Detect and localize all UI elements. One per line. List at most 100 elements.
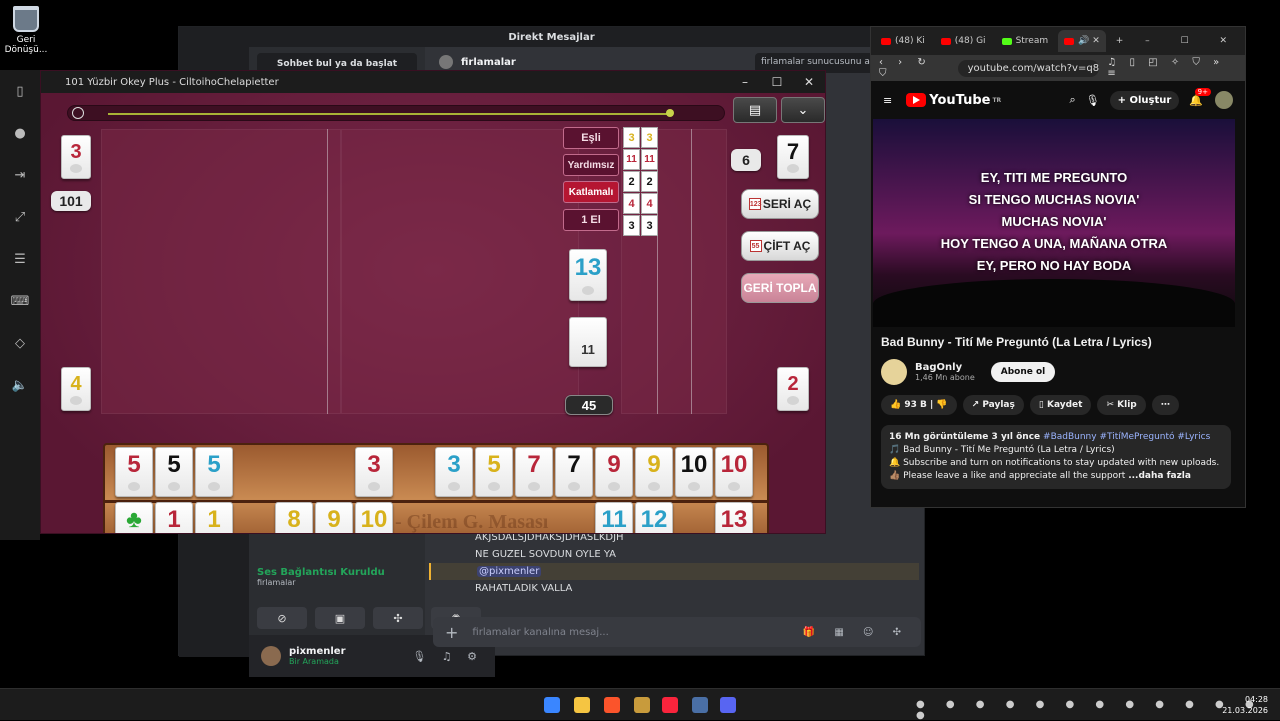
- channel-name[interactable]: BagOnly: [915, 362, 975, 373]
- tab-youtube-2[interactable]: (48) Gi: [935, 30, 992, 52]
- minimize-icon[interactable]: –: [729, 75, 761, 89]
- rack-tile[interactable]: 5: [475, 447, 513, 497]
- rack-tile[interactable]: ♣: [115, 502, 153, 533]
- recycle-bin-icon[interactable]: Geri Dönüşü...: [4, 4, 48, 55]
- rack-tile[interactable]: 10: [355, 502, 393, 533]
- tab-kick[interactable]: Stream: [996, 30, 1055, 52]
- nav-icons[interactable]: ‹ › ↻ ⛉: [879, 57, 950, 79]
- league-icon[interactable]: [634, 697, 650, 713]
- rack-tile[interactable]: 9: [635, 447, 673, 497]
- login-icon[interactable]: ⇥: [0, 154, 40, 196]
- right-player-tile[interactable]: 7: [777, 135, 809, 179]
- window-controls[interactable]: – ☐ ✕: [1145, 36, 1245, 46]
- meld-tile[interactable]: 2: [641, 171, 658, 192]
- create-button[interactable]: + Oluştur: [1109, 90, 1180, 110]
- more-button[interactable]: ⋯: [1151, 395, 1179, 415]
- rack-tile[interactable]: 10: [675, 447, 713, 497]
- close-icon[interactable]: ✕: [793, 75, 825, 89]
- keyboard-icon[interactable]: ⌨: [0, 280, 40, 322]
- rack-tile[interactable]: 10: [715, 447, 753, 497]
- rack-tile[interactable]: 1: [195, 502, 233, 533]
- meld-tile[interactable]: 2: [623, 171, 640, 192]
- open-series-button[interactable]: 123 SERİ AÇ: [741, 189, 819, 219]
- more-link[interactable]: ...daha fazla: [1128, 471, 1191, 481]
- tab-active[interactable]: 🔊 ✕: [1058, 30, 1106, 52]
- camera-off-icon[interactable]: ⊘: [257, 607, 307, 629]
- youtube-logo[interactable]: YouTube TR: [906, 93, 1001, 108]
- file-explorer-icon[interactable]: [574, 697, 590, 713]
- rack-tile[interactable]: 1: [155, 502, 193, 533]
- screen-share-icon[interactable]: ▣: [315, 607, 365, 629]
- rack-tile[interactable]: 9: [595, 447, 633, 497]
- draw-pile[interactable]: 11: [569, 317, 607, 367]
- left-discard-tile[interactable]: 4: [61, 367, 91, 411]
- hashtags[interactable]: #BadBunny #TitíMePreguntó #Lyrics: [1043, 432, 1210, 442]
- meld-tile[interactable]: 3: [641, 215, 658, 236]
- clip-button[interactable]: ✂ Klip: [1097, 395, 1146, 415]
- clock[interactable]: 04:28 21.03.2026: [1222, 694, 1268, 716]
- music-icon[interactable]: [662, 697, 678, 713]
- composer-icons[interactable]: 🎁 ▦ ☺ ✣: [803, 627, 909, 638]
- url-input[interactable]: youtube.com/watch?v=q8: [957, 59, 1100, 77]
- discard-area-center[interactable]: [341, 129, 579, 414]
- eraser-icon[interactable]: ◇: [0, 322, 40, 364]
- discard-area-left[interactable]: [101, 129, 341, 414]
- rack-tile[interactable]: 5: [195, 447, 233, 497]
- bell-icon[interactable]: 🔔 9+: [1189, 87, 1211, 107]
- expand-icon[interactable]: ⤢: [0, 196, 40, 238]
- chat-button[interactable]: ▤: [733, 97, 777, 123]
- new-tab-button[interactable]: +: [1110, 30, 1130, 52]
- like-button[interactable]: 👍 93 B | 👎: [881, 395, 957, 415]
- volume-icon[interactable]: 🔈: [0, 364, 40, 406]
- start-icon[interactable]: [544, 697, 560, 713]
- okey-app-icon[interactable]: [692, 697, 708, 713]
- add-attachment-icon[interactable]: +: [445, 623, 458, 642]
- activities-icon[interactable]: ✣: [373, 607, 423, 629]
- tile-rack[interactable]: - Çilem G. Masası 5 5 5 3 3 5 7 7 9 9 10 10 ♣ 1 1 8 9 10 1…: [103, 443, 769, 533]
- meld-tile[interactable]: 3: [623, 215, 640, 236]
- open-pairs-button[interactable]: 55 ÇİFT AÇ: [741, 231, 819, 261]
- description-box[interactable]: 16 Mn görüntüleme 3 yıl önce #BadBunny #…: [881, 425, 1231, 489]
- sidebar-toggle-icon[interactable]: ▯: [0, 70, 40, 112]
- search-icon[interactable]: ⌕: [1069, 93, 1075, 107]
- video-player[interactable]: EY, TITI ME PREGUNTO SI TENGO MUCHAS NOV…: [873, 119, 1235, 327]
- meld-tile[interactable]: 4: [623, 193, 640, 214]
- tab-youtube-1[interactable]: (48) Ki: [875, 30, 931, 52]
- rack-tile[interactable]: 3: [355, 447, 393, 497]
- save-button[interactable]: ▯ Kaydet: [1029, 395, 1092, 415]
- rack-tile[interactable]: 8: [275, 502, 313, 533]
- collect-back-button[interactable]: GERİ TOPLA: [741, 273, 819, 303]
- meld-tile[interactable]: 4: [641, 193, 658, 214]
- menu-icon[interactable]: ≡: [883, 94, 892, 107]
- message-input[interactable]: + firlamalar kanalına mesaj... 🎁 ▦ ☺ ✣: [433, 617, 921, 647]
- rack-tile[interactable]: 11: [595, 502, 633, 533]
- meld-tile[interactable]: 11: [623, 149, 640, 170]
- rack-tile[interactable]: 5: [115, 447, 153, 497]
- rack-tile[interactable]: 3: [435, 447, 473, 497]
- brave-icon[interactable]: [604, 697, 620, 713]
- mic-icon[interactable]: 🎙: [1086, 94, 1100, 107]
- discord-icon[interactable]: [720, 697, 736, 713]
- maximize-icon[interactable]: ☐: [761, 75, 793, 89]
- left-player-tile[interactable]: 3: [61, 135, 91, 179]
- meld-tile[interactable]: 3: [641, 127, 658, 148]
- user-controls[interactable]: 🎙 ♫ ⚙: [412, 650, 483, 663]
- avatar[interactable]: [261, 646, 281, 666]
- rack-tile[interactable]: 7: [555, 447, 593, 497]
- mention-tag[interactable]: @pixmenler: [477, 566, 542, 577]
- meld-tile[interactable]: 3: [623, 127, 640, 148]
- meld-tile[interactable]: 11: [641, 149, 658, 170]
- rack-tile[interactable]: 12: [635, 502, 673, 533]
- avatar[interactable]: [1215, 91, 1233, 109]
- game-avatar[interactable]: ●: [0, 112, 40, 154]
- subscribe-button[interactable]: Abone ol: [990, 362, 1056, 382]
- rack-tile[interactable]: 7: [515, 447, 553, 497]
- channel-avatar[interactable]: [881, 359, 907, 385]
- rack-tile[interactable]: 5: [155, 447, 193, 497]
- right-discard-tile[interactable]: 2: [777, 367, 809, 411]
- rack-tile[interactable]: 13: [715, 502, 753, 533]
- rack-tile[interactable]: 9: [315, 502, 353, 533]
- audio-icon[interactable]: 🔊 ✕: [1078, 36, 1100, 46]
- dropdown-button[interactable]: ⌄: [781, 97, 825, 123]
- share-button[interactable]: ↗ Paylaş: [962, 395, 1024, 415]
